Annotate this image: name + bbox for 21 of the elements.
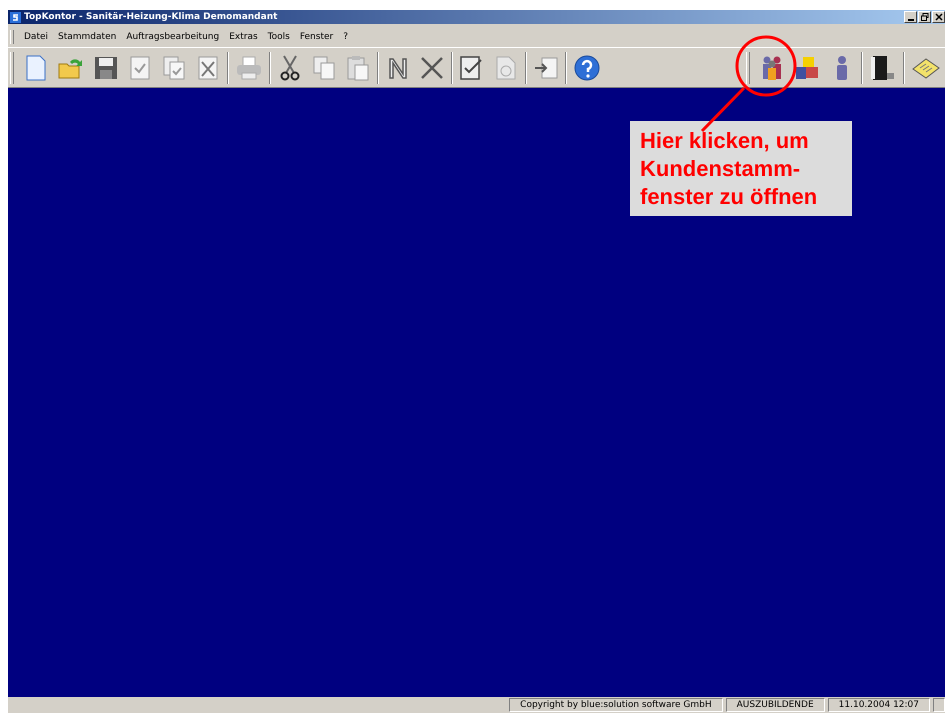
menu-item[interactable]: Datei — [19, 32, 54, 42]
app-icon — [10, 12, 21, 22]
menu-item[interactable]: ? — [338, 32, 353, 42]
window-title: TopKontor - Sanitär-Heizung-Klima Demomandant — [24, 12, 278, 22]
status-panel — [933, 698, 945, 712]
restore-button[interactable] — [918, 11, 931, 23]
restore-icon — [920, 13, 928, 21]
callout-text: Hier klicken, um Kundenstamm-fenster zu öffnen — [640, 127, 818, 211]
menu-item[interactable]: Stammdaten — [53, 32, 122, 42]
menu-item[interactable]: Tools — [262, 32, 295, 42]
close-icon — [934, 13, 942, 21]
highlight-circle — [736, 36, 796, 96]
menu-item[interactable]: Extras — [224, 32, 263, 42]
status-panel: 11.10.2004 12:07 — [828, 698, 930, 712]
leader-line — [700, 86, 746, 132]
status-panel: AUSZUBILDENDE — [726, 698, 825, 712]
menu-item[interactable]: Auftragsbearbeitung — [121, 32, 224, 42]
minimize-button[interactable] — [904, 11, 917, 23]
close-button[interactable] — [932, 11, 945, 23]
status-panel: Copyright by blue:solution software GmbH — [509, 698, 723, 712]
menu-item[interactable]: Fenster — [294, 32, 338, 42]
